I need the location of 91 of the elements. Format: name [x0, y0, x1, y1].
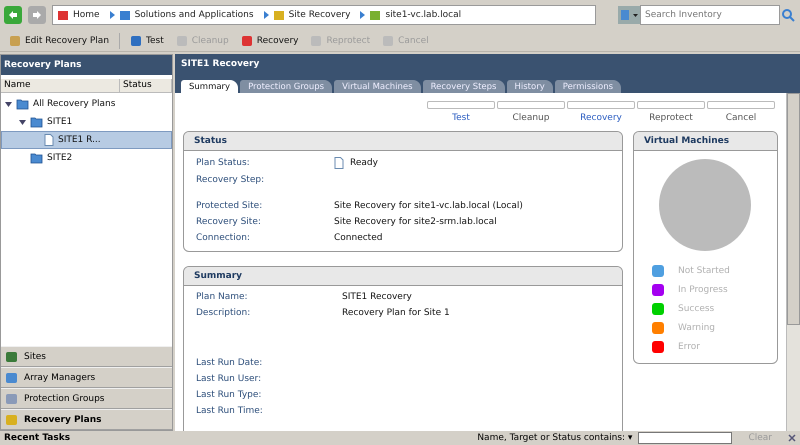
toolbar-icon — [310, 34, 322, 46]
tree-item[interactable]: SITE1 — [1, 113, 172, 131]
toolbar-icon — [130, 34, 142, 46]
filter-dropdown[interactable]: Name, Target or Status contains: ▾ — [477, 433, 632, 443]
field-label: Connection: — [196, 233, 251, 243]
card-title: Virtual Machines — [634, 132, 777, 151]
progress-track — [567, 101, 635, 109]
panel-title: Recovery Plans — [1, 55, 172, 75]
tree-label: SITE1 — [47, 117, 72, 127]
search-field[interactable]: Search Inventory — [640, 5, 780, 25]
field-value: Site Recovery for site2-srm.lab.local — [334, 217, 497, 227]
separator-arrow-icon — [110, 11, 115, 19]
legend-label: Error — [678, 342, 700, 352]
legend-label: Not Started — [678, 266, 730, 276]
forward-button[interactable] — [28, 6, 46, 24]
action-button[interactable]: Recovery — [568, 101, 634, 123]
nav-item[interactable]: Recovery Plans — [1, 409, 172, 430]
toolbar-icon — [240, 34, 253, 46]
field-label: Last Run Date: — [196, 358, 264, 368]
separator-arrow-icon — [360, 11, 366, 19]
breadcrumb-link[interactable]: Home — [73, 10, 100, 20]
section-title: Recent Tasks — [4, 433, 70, 443]
field-value: Ready — [350, 158, 378, 168]
field-label: Recovery Site: — [196, 217, 262, 227]
field-label: Recovery Step: — [196, 175, 266, 185]
toolbar-icon — [176, 34, 188, 46]
plan-icon — [44, 134, 54, 146]
field-label: Plan Name: — [196, 292, 249, 302]
field-label: Last Run Time: — [196, 406, 264, 416]
field-label: Plan Status: — [196, 158, 251, 168]
toolbar-icon — [382, 34, 394, 46]
progress-track — [637, 101, 705, 109]
field-value: Connected — [334, 233, 382, 243]
nav-item[interactable]: Sites — [1, 346, 172, 367]
scope-dropdown-icon[interactable] — [618, 6, 640, 24]
separator-arrow-icon — [264, 11, 269, 19]
app-icon — [272, 9, 285, 21]
nav-item[interactable]: Protection Groups — [1, 388, 172, 409]
legend-label: Warning — [678, 323, 716, 333]
tree-item[interactable]: SITE1 R... — [1, 131, 172, 149]
field-label: Description: — [196, 308, 252, 318]
expand-caret-icon[interactable] — [5, 100, 12, 108]
app-icon — [118, 9, 131, 21]
tree-label: All Recovery Plans — [33, 99, 116, 109]
progress-track — [707, 101, 775, 109]
folder-icon — [30, 116, 43, 128]
nav-icon — [5, 414, 18, 426]
breadcrumb-link[interactable]: site1-vc.lab.local — [385, 10, 462, 20]
column-header[interactable]: Name — [1, 79, 120, 92]
breadcrumb-link[interactable]: Site Recovery — [288, 10, 350, 20]
folder-icon — [30, 152, 43, 164]
progress-track — [427, 101, 495, 109]
folder-icon — [16, 98, 29, 110]
status-icon — [334, 157, 344, 169]
tree-item[interactable]: All Recovery Plans — [1, 95, 172, 113]
column-header[interactable]: Status — [120, 79, 172, 92]
search-icon[interactable] — [780, 7, 796, 23]
field-label: Last Run User: — [196, 374, 262, 384]
card-title: Summary — [184, 267, 622, 286]
legend-label: In Progress — [678, 285, 728, 295]
toolbar-icon — [9, 34, 21, 46]
filter-field[interactable] — [638, 432, 732, 444]
action-button[interactable]: Test — [428, 101, 494, 123]
breadcrumb-link[interactable]: Solutions and Applications — [134, 10, 254, 20]
tree-item[interactable]: SITE2 — [1, 149, 172, 167]
tab[interactable]: Summary — [181, 80, 238, 93]
back-button[interactable] — [4, 6, 22, 24]
field-value: SITE1 Recovery — [342, 292, 412, 302]
legend-label: Success — [678, 304, 714, 314]
left-arrow-icon — [8, 10, 18, 20]
toolbar-button[interactable]: Test — [125, 32, 169, 48]
nav-icon — [5, 372, 18, 384]
tree-label: SITE1 R... — [58, 135, 101, 145]
card-title: Status — [184, 132, 622, 151]
field-label: Protected Site: — [196, 201, 264, 211]
right-arrow-icon — [32, 10, 42, 20]
page-title: SITE1 Recovery — [181, 59, 260, 69]
field-value: Recovery Plan for Site 1 — [342, 308, 450, 318]
nav-icon — [5, 350, 18, 362]
field-label: Last Run Type: — [196, 390, 262, 400]
progress-track — [497, 101, 565, 109]
scrollbar[interactable] — [786, 93, 800, 431]
close-icon[interactable] — [788, 434, 796, 442]
toolbar-button[interactable]: Recovery — [236, 32, 304, 48]
nav-item[interactable]: Array Managers — [1, 367, 172, 388]
tree-label: SITE2 — [47, 153, 72, 163]
field-value: Site Recovery for site1-vc.lab.local (Local) — [334, 201, 523, 211]
toolbar-button[interactable]: Edit Recovery Plan — [4, 32, 114, 48]
expand-caret-icon[interactable] — [19, 118, 26, 126]
app-icon — [369, 9, 382, 21]
nav-icon — [5, 392, 18, 404]
